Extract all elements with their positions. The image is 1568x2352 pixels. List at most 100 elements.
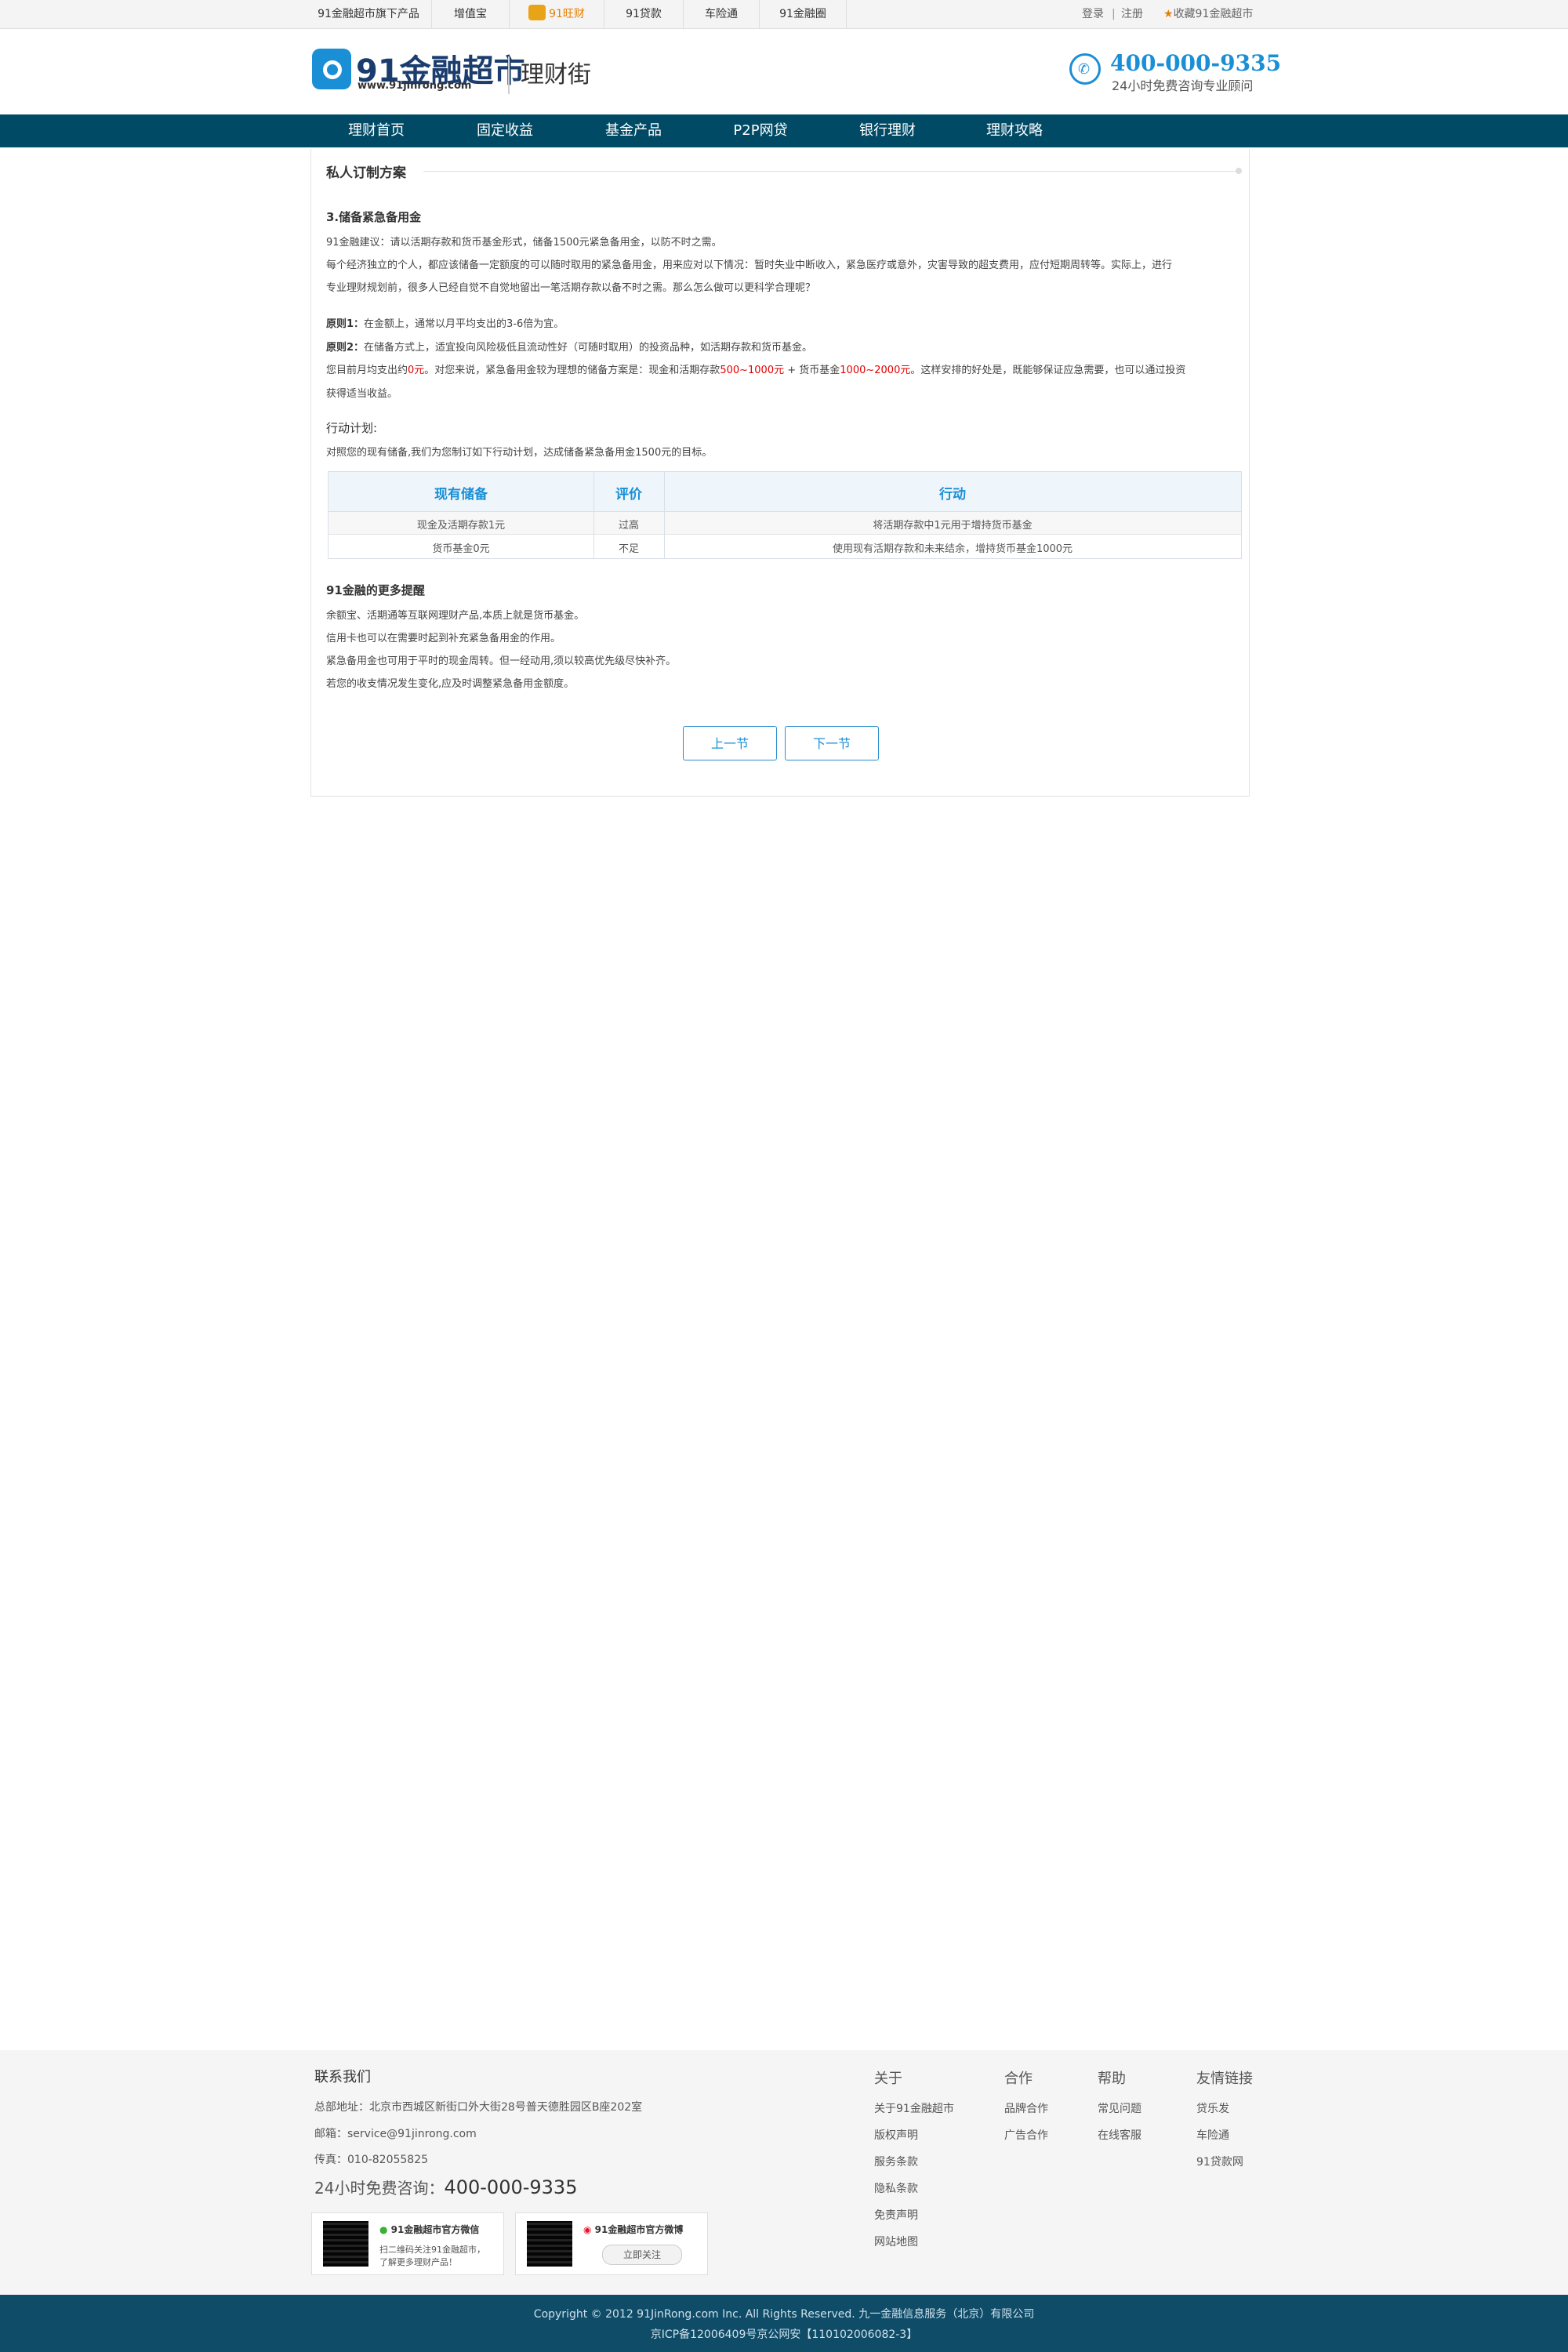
footer-address: 总部地址：北京市西城区新街口外大街28号普天德胜园区B座202室 bbox=[314, 2101, 643, 2114]
action-plan-table: 现有储备 评价 行动 现金及活期存款1元 过高 将活期存款中1元用于增持货币基金… bbox=[328, 471, 1242, 559]
weibo-follow-button[interactable]: 立即关注 bbox=[602, 2245, 682, 2265]
phone-icon: ✆ bbox=[1069, 53, 1101, 85]
rule-dot bbox=[1236, 168, 1242, 174]
topbar-link-chexiantong[interactable]: 车险通 bbox=[684, 0, 760, 28]
footer-col-links-heading: 友情链接 bbox=[1196, 2071, 1253, 2087]
footer-link[interactable]: 车险通 bbox=[1196, 2127, 1229, 2143]
table-cell: 不足 bbox=[618, 543, 639, 555]
table-cell: 过高 bbox=[618, 520, 639, 532]
footer-hotline: 24小时免费咨询：400-000-9335 bbox=[314, 2176, 577, 2198]
principle-2-label: 原则2： bbox=[326, 342, 365, 354]
deposit-range: 500~1000元 bbox=[720, 365, 785, 376]
wechat-title: ● 91金融超市官方微信 bbox=[379, 2223, 479, 2236]
tip-item: 余额宝、活期通等互联网理财产品,本质上就是货币基金。 bbox=[326, 610, 585, 622]
expense-line: 您目前月均支出约0元。对您来说，紧急备用金较为理想的储备方案是：现金和活期存款5… bbox=[326, 361, 1185, 376]
table-header-rating: 评价 bbox=[615, 487, 642, 503]
table-cell: 货币基金0元 bbox=[432, 543, 490, 555]
table-cell: 将活期存款中1元用于增持货币基金 bbox=[873, 520, 1033, 532]
weibo-title-label: 91金融超市官方微博 bbox=[594, 2224, 684, 2235]
footer-link[interactable]: 常见问题 bbox=[1098, 2100, 1142, 2116]
tip-item: 信用卡也可以在需要时起到补充紧急备用金的作用。 bbox=[326, 633, 561, 644]
footer-fax: 传真：010-82055825 bbox=[314, 2154, 429, 2166]
footer-link[interactable]: 91贷款网 bbox=[1196, 2154, 1243, 2169]
prev-section-button[interactable]: 上一节 bbox=[683, 726, 777, 760]
phone-caption: 24小时免费咨询专业顾问 bbox=[1112, 78, 1254, 93]
principle-1: 原则1：在金额上，通常以月平均支出的3-6倍为宜。 bbox=[326, 315, 564, 330]
footer-col-about-heading: 关于 bbox=[874, 2071, 902, 2087]
wechat-desc-1: 扫二维码关注91金融超市， bbox=[379, 2245, 485, 2255]
phone-number: 400-000-9335 bbox=[1110, 50, 1282, 76]
intro-line-2: 专业理财规划前，很多人已经自觉不自觉地留出一笔活期存款以备不时之需。那么怎么做可… bbox=[326, 282, 816, 294]
tips-heading: 91金融的更多提醒 bbox=[326, 583, 425, 597]
wechat-desc-2: 了解更多理财产品！ bbox=[379, 2257, 457, 2267]
footer-link[interactable]: 在线客服 bbox=[1098, 2127, 1142, 2143]
footer-link[interactable]: 品牌合作 bbox=[1004, 2100, 1048, 2116]
footer-link[interactable]: 免责声明 bbox=[874, 2207, 918, 2223]
plus-fund: + 货币基金 bbox=[784, 365, 840, 376]
table-col-divider bbox=[664, 472, 665, 558]
footer-link[interactable]: 贷乐发 bbox=[1196, 2100, 1229, 2116]
section-title: 理财街 bbox=[521, 61, 591, 89]
panel-title-rule bbox=[423, 171, 1239, 172]
footer-link[interactable]: 隐私条款 bbox=[874, 2180, 918, 2196]
header-divider bbox=[508, 56, 510, 94]
advice-text: 91金融建议：请以活期存款和货币基金形式，储备1500元紧急备用金，以防不时之需… bbox=[326, 237, 722, 249]
topbar-link-zengzhibao[interactable]: 增值宝 bbox=[432, 0, 510, 28]
weibo-icon: ◉ bbox=[583, 2224, 592, 2235]
wangcai-icon bbox=[528, 5, 546, 20]
next-section-button[interactable]: 下一节 bbox=[785, 726, 879, 760]
principle-1-label: 原则1： bbox=[326, 318, 365, 330]
footer-link[interactable]: 网站地图 bbox=[874, 2234, 918, 2249]
table-col-divider bbox=[593, 472, 594, 558]
footer-link[interactable]: 服务条款 bbox=[874, 2154, 918, 2169]
nav-item-fixed-income[interactable]: 固定收益 bbox=[442, 114, 568, 147]
login-link[interactable]: 登录 bbox=[1082, 0, 1104, 28]
expense-prefix: 您目前月均支出约 bbox=[326, 365, 408, 376]
topbar-link-jinrongquan[interactable]: 91金融圈 bbox=[760, 0, 847, 28]
intro-line-1: 每个经济独立的个人，都应该储备一定额度的可以随时取用的紧急备用金，用来应对以下情… bbox=[326, 260, 1173, 271]
logo-icon[interactable] bbox=[312, 49, 351, 89]
footer-link[interactable]: 广告合作 bbox=[1004, 2127, 1048, 2143]
footer-col-partner-heading: 合作 bbox=[1004, 2071, 1033, 2087]
tip-item: 若您的收支情况发生变化,应及时调整紧急备用金额度。 bbox=[326, 678, 575, 690]
expense-line-2: 获得适当收益。 bbox=[326, 388, 398, 400]
wangcai-label: 91旺财 bbox=[549, 8, 585, 20]
hotline-label: 24小时免费咨询： bbox=[314, 2179, 445, 2198]
nav-item-funds[interactable]: 基金产品 bbox=[571, 114, 696, 147]
footer-col-help-heading: 帮助 bbox=[1098, 2071, 1126, 2087]
weibo-qr-code bbox=[527, 2221, 572, 2267]
expense-suffix: 。这样安排的好处是，既能够保证应急需要，也可以通过投资 bbox=[910, 365, 1186, 376]
footer: 联系我们 总部地址：北京市西城区新街口外大街28号普天德胜园区B座202室 邮箱… bbox=[0, 2050, 1568, 2295]
footer-link[interactable]: 关于91金融超市 bbox=[874, 2100, 954, 2116]
action-heading: 行动计划: bbox=[326, 421, 378, 435]
main-nav: 理财首页 固定收益 基金产品 P2P网贷 银行理财 理财攻略 bbox=[0, 114, 1568, 147]
table-header-reserve: 现有储备 bbox=[434, 487, 488, 503]
expense-mid: 。对您来说，紧急备用金较为理想的储备方案是：现金和活期存款 bbox=[424, 365, 720, 376]
nav-item-bank[interactable]: 银行理财 bbox=[825, 114, 950, 147]
fund-range: 1000~2000元 bbox=[840, 365, 911, 376]
wechat-title-label: 91金融超市官方微信 bbox=[390, 2224, 480, 2235]
favorite-label: 收藏91金融超市 bbox=[1173, 8, 1254, 20]
nav-item-p2p[interactable]: P2P网贷 bbox=[698, 114, 823, 147]
topbar-link-daikuan[interactable]: 91贷款 bbox=[604, 0, 684, 28]
register-link[interactable]: 注册 bbox=[1121, 0, 1143, 28]
favorite-link[interactable]: ★收藏91金融超市 bbox=[1163, 0, 1253, 28]
topbar-link-wangcai[interactable]: 91旺财 bbox=[510, 0, 604, 28]
action-intro: 对照您的现有储备,我们为您制订如下行动计划，达成储备紧急备用金1500元的目标。 bbox=[326, 447, 713, 459]
topbar-divider: | bbox=[1112, 8, 1116, 20]
weibo-card: ◉ 91金融超市官方微博 立即关注 bbox=[515, 2212, 708, 2275]
tip-item: 紧急备用金也可用于平时的现金周转。但一经动用,须以较高优先级尽快补齐。 bbox=[326, 655, 677, 667]
nav-item-home[interactable]: 理财首页 bbox=[314, 114, 439, 147]
copyright-bar: Copyright © 2012 91JinRong.com Inc. All … bbox=[0, 2295, 1568, 2352]
nav-item-guides[interactable]: 理财攻略 bbox=[952, 114, 1077, 147]
panel-title: 私人订制方案 bbox=[326, 165, 406, 181]
table-cell: 现金及活期存款1元 bbox=[416, 520, 506, 532]
wechat-qr-code bbox=[323, 2221, 368, 2267]
table-header-action: 行动 bbox=[939, 487, 966, 503]
principle-2: 原则2：在储备方式上，适宜投向风险极低且流动性好（可随时取用）的投资品种，如活期… bbox=[326, 339, 812, 354]
hotline-number: 400-000-9335 bbox=[444, 2176, 578, 2198]
footer-link[interactable]: 版权声明 bbox=[874, 2127, 918, 2143]
weibo-title: ◉ 91金融超市官方微博 bbox=[583, 2223, 683, 2236]
copyright-line-1: Copyright © 2012 91JinRong.com Inc. All … bbox=[533, 2308, 1035, 2321]
expense-amount: 0元 bbox=[408, 365, 425, 376]
